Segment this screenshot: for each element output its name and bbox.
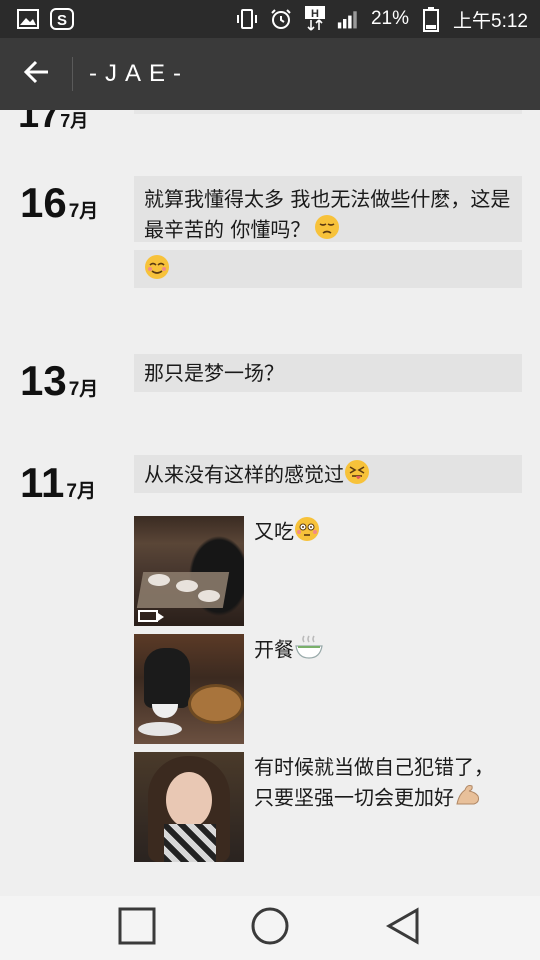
alarm-icon	[269, 7, 293, 31]
photo-post[interactable]: 又吃	[134, 516, 522, 626]
video-camera-icon	[138, 610, 164, 622]
clock: 上午5:12	[453, 10, 528, 32]
relieved-face-icon	[144, 254, 170, 288]
page-title: -JAE-	[89, 60, 189, 87]
back-arrow-icon	[22, 59, 50, 89]
home-button[interactable]	[240, 898, 300, 958]
h-signal-icon: H	[303, 6, 327, 31]
status-bar: S H 21% 上午5:12	[0, 0, 540, 38]
selfie-photo-thumbnail[interactable]	[134, 752, 244, 862]
cutoff-post-bubble[interactable]	[134, 110, 522, 114]
caption-text: 开餐	[254, 637, 294, 662]
caption-text: 又吃	[254, 519, 294, 544]
post-bubble[interactable]: 那只是梦一场？	[134, 354, 522, 392]
post-text: 从来没有这样的感觉过	[144, 462, 344, 487]
screen: S H 21% 上午5:12 -JAE- 177月 16 7月 就算我懂得太多 …	[0, 0, 540, 960]
date-day: 13	[20, 357, 67, 404]
date-label: 16 7月	[20, 182, 98, 224]
cutoff-day: 17	[18, 110, 61, 136]
dish-shape	[138, 722, 182, 736]
plate-shape	[148, 574, 170, 586]
restaurant-video-thumbnail[interactable]	[134, 516, 244, 626]
date-day: 16	[20, 179, 67, 226]
photo-post[interactable]: 开餐	[134, 634, 522, 744]
cutoff-month: 7月	[60, 111, 89, 131]
person-shape	[144, 648, 190, 708]
plate-shape	[176, 580, 198, 592]
battery-percent: 21%	[370, 8, 410, 29]
steaming-bowl-icon	[294, 634, 324, 668]
cutoff-date: 177月	[18, 110, 88, 137]
flushed-face-icon	[294, 516, 320, 550]
date-day: 11	[20, 459, 65, 506]
sogou-input-icon: S	[50, 7, 74, 31]
flexed-biceps-icon	[454, 782, 482, 816]
svg-text:S: S	[57, 12, 67, 29]
hotpot-photo-thumbnail[interactable]	[134, 634, 244, 744]
status-right: H 21% 上午5:12	[235, 6, 528, 33]
system-back-button[interactable]	[373, 898, 433, 958]
post-feed[interactable]: 177月 16 7月 就算我懂得太多 我也无法做些什麽，这是最辛苦的 你懂吗？ …	[0, 110, 540, 896]
post-text: 那只是梦一场？	[144, 361, 284, 385]
date-month: 7月	[68, 379, 99, 400]
title-divider	[72, 57, 73, 91]
squinting-tongue-face-icon	[344, 459, 370, 493]
post-bubble[interactable]	[134, 250, 522, 288]
pensive-face-icon	[314, 214, 340, 248]
back-button[interactable]	[0, 38, 72, 110]
date-label: 11 7月	[20, 462, 96, 504]
recents-square-icon	[118, 907, 156, 949]
bowl-shape	[152, 704, 178, 718]
date-label: 13 7月	[20, 360, 98, 402]
date-month: 7月	[68, 201, 99, 222]
post-bubble[interactable]: 就算我懂得太多 我也无法做些什麽，这是最辛苦的 你懂吗？	[134, 176, 522, 242]
post-bubble[interactable]: 从来没有这样的感觉过	[134, 455, 522, 493]
signal-bars-icon	[337, 7, 361, 31]
nav-bar	[0, 896, 540, 960]
scarf-shape	[164, 824, 216, 862]
photo-caption: 又吃	[254, 516, 504, 626]
hotpot-shape	[188, 684, 244, 724]
photo-caption: 开餐	[254, 634, 504, 744]
title-bar: -JAE-	[0, 38, 540, 110]
face-shape	[166, 772, 212, 828]
date-month: 7月	[66, 481, 96, 502]
home-circle-icon	[250, 906, 290, 950]
status-left: S	[16, 7, 74, 31]
svg-text:H: H	[311, 8, 319, 20]
photo-post[interactable]: 有时候就当做自己犯错了，只要坚强一切会更加好	[134, 752, 522, 862]
back-triangle-icon	[384, 907, 422, 949]
recents-button[interactable]	[107, 898, 167, 958]
phone-vibrate-icon	[235, 7, 259, 31]
plate-shape	[198, 590, 220, 602]
battery-icon	[419, 7, 443, 32]
gallery-icon	[16, 7, 40, 31]
photo-caption: 有时候就当做自己犯错了，只要坚强一切会更加好	[254, 752, 504, 862]
